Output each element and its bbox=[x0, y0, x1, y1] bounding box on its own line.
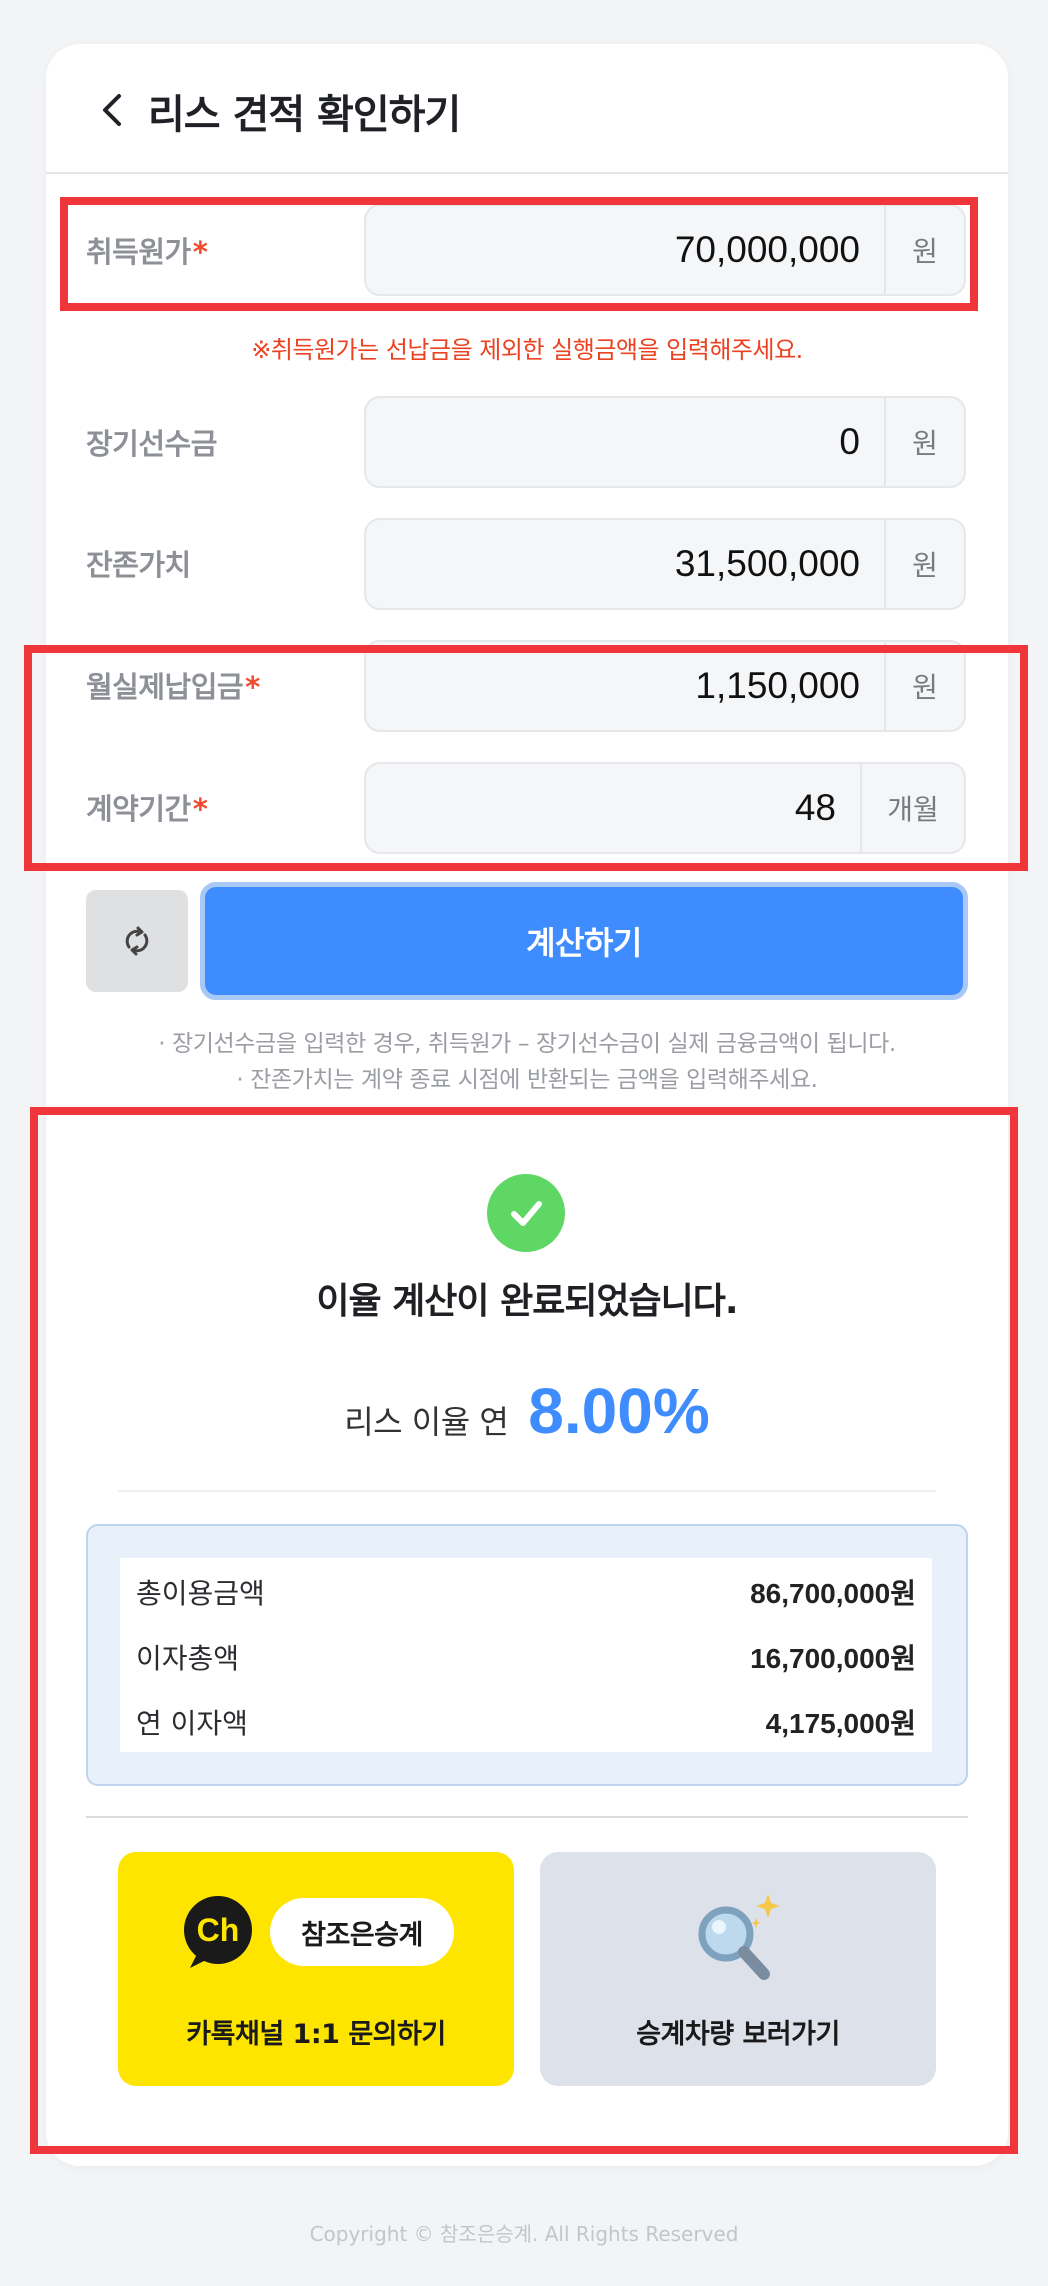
succession-cars-button[interactable]: 승계차량 보러가기 bbox=[540, 1852, 936, 2086]
success-badge bbox=[487, 1174, 565, 1252]
hint-line-2: · 잔존가치는 계약 종료 시점에 반환되는 금액을 입력해주세요. bbox=[236, 1067, 818, 1093]
residual-field[interactable]: 31,500,000 원 bbox=[364, 518, 966, 610]
monthly-unit: 원 bbox=[884, 642, 964, 730]
refresh-icon bbox=[125, 926, 149, 956]
rate-label: 리스 이율 연 bbox=[344, 1403, 509, 1441]
succession-cars-label: 승계차량 보러가기 bbox=[636, 2019, 840, 2050]
summary-row: 연 이자액 4,175,000원 bbox=[136, 1702, 916, 1742]
advance-field[interactable]: 0 원 bbox=[364, 396, 966, 488]
magnifier-icon bbox=[698, 1894, 780, 1980]
kakao-inquiry-label: 카톡채널 1:1 문의하기 bbox=[186, 2019, 446, 2050]
summary-row: 총이용금액 86,700,000원 bbox=[136, 1572, 916, 1612]
advance-unit: 원 bbox=[884, 398, 964, 486]
summary-table: 총이용금액 86,700,000원 이자총액 16,700,000원 연 이자액… bbox=[120, 1558, 932, 1752]
monthly-label: 월실제납입금* bbox=[86, 670, 260, 704]
residual-value[interactable]: 31,500,000 bbox=[366, 520, 884, 608]
summary-amount: 86,700,000원 bbox=[750, 1578, 916, 1609]
lease-quote-card: 리스 견적 확인하기 취득원가* 70,000,000 원 ※취득원가는 선납금… bbox=[46, 44, 1008, 2166]
kakao-inquiry-button[interactable]: Ch 참조은승계 카톡채널 1:1 문의하기 bbox=[118, 1852, 514, 2086]
summary-label: 연 이자액 bbox=[136, 1707, 248, 1740]
acquisition-label: 취득원가* bbox=[86, 235, 208, 269]
divider bbox=[118, 1490, 936, 1492]
svg-text:Ch: Ch bbox=[197, 1912, 240, 1948]
reset-button[interactable] bbox=[86, 890, 188, 992]
summary-amount: 16,700,000원 bbox=[750, 1643, 916, 1674]
required-mark: * bbox=[245, 670, 260, 704]
divider bbox=[86, 1816, 968, 1818]
residual-label: 잔존가치 bbox=[86, 548, 191, 582]
summary-row: 이자총액 16,700,000원 bbox=[136, 1637, 916, 1677]
channel-name: 참조은승계 bbox=[270, 1898, 454, 1966]
monthly-field[interactable]: 1,150,000 원 bbox=[364, 640, 966, 732]
kakao-channel-icon: Ch bbox=[184, 1896, 252, 1968]
summary-label: 총이용금액 bbox=[136, 1577, 265, 1610]
copyright: Copyright © 참조은승계. All Rights Reserved bbox=[309, 2222, 739, 2246]
summary-amount: 4,175,000원 bbox=[765, 1708, 916, 1739]
calculate-button[interactable]: 계산하기 bbox=[200, 882, 968, 1000]
result-title: 이율 계산이 완료되었습니다. bbox=[316, 1281, 738, 1322]
check-icon bbox=[511, 1201, 542, 1226]
back-button[interactable] bbox=[86, 84, 138, 136]
header: 리스 견적 확인하기 bbox=[46, 44, 1008, 174]
rate-value: 8.00% bbox=[528, 1375, 710, 1447]
acquisition-unit: 원 bbox=[884, 206, 964, 294]
term-label: 계약기간* bbox=[86, 792, 208, 826]
residual-unit: 원 bbox=[884, 520, 964, 608]
result-summary: 총이용금액 86,700,000원 이자총액 16,700,000원 연 이자액… bbox=[86, 1524, 968, 1786]
summary-label: 이자총액 bbox=[136, 1642, 240, 1675]
acquisition-note: ※취득원가는 선납금을 제외한 실행금액을 입력해주세요. bbox=[251, 336, 803, 364]
monthly-value[interactable]: 1,150,000 bbox=[366, 642, 884, 730]
chevron-left-icon bbox=[103, 94, 121, 126]
advance-value[interactable]: 0 bbox=[366, 398, 884, 486]
advance-label: 장기선수금 bbox=[86, 427, 217, 461]
term-value[interactable]: 48 bbox=[366, 764, 860, 852]
term-unit: 개월 bbox=[860, 764, 964, 852]
page-title: 리스 견적 확인하기 bbox=[148, 92, 461, 138]
required-mark: * bbox=[192, 792, 208, 826]
term-field[interactable]: 48 개월 bbox=[364, 762, 966, 854]
acquisition-value[interactable]: 70,000,000 bbox=[366, 206, 884, 294]
rate-line: 리스 이율 연 8.00% bbox=[46, 1374, 1008, 1448]
hint-line-1: · 장기선수금을 입력한 경우, 취득원가 – 장기선수금이 실제 금융금액이 … bbox=[158, 1031, 896, 1057]
acquisition-field[interactable]: 70,000,000 원 bbox=[364, 204, 966, 296]
required-mark: * bbox=[192, 235, 208, 269]
